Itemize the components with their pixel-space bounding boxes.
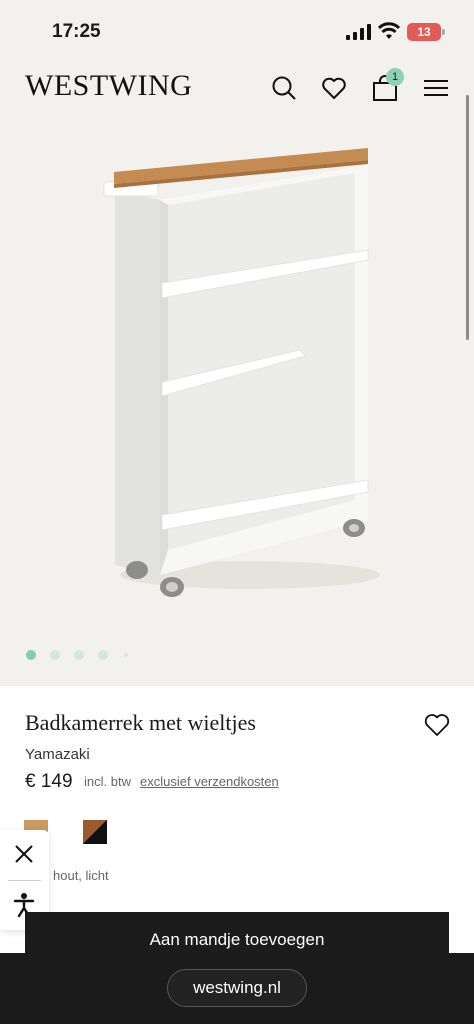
battery-icon: 13 <box>407 23 441 41</box>
widget-divider <box>8 880 41 881</box>
url-bar[interactable]: westwing.nl <box>167 969 307 1007</box>
site-header: WESTWING <box>0 60 474 120</box>
product-image-gallery[interactable] <box>0 120 474 685</box>
cart-count-badge: 1 <box>386 68 404 86</box>
gallery-dot[interactable] <box>98 650 108 660</box>
search-icon[interactable] <box>270 74 298 102</box>
gallery-dot[interactable] <box>26 650 36 660</box>
battery-level: 13 <box>417 25 431 39</box>
shipping-costs-link[interactable]: exclusief verzendkosten <box>140 774 279 789</box>
status-bar: 17:25 13 <box>0 0 474 60</box>
color-swatch-dark-wood[interactable] <box>83 820 107 844</box>
status-time: 17:25 <box>52 21 101 42</box>
gallery-dot[interactable] <box>50 650 60 660</box>
page-scrollbar[interactable] <box>466 95 469 340</box>
product-title: Badkamerrek met wieltjes <box>25 710 256 735</box>
cellular-signal-icon <box>346 24 371 40</box>
vat-note: incl. btw <box>84 774 131 789</box>
browser-bottom-bar: westwing.nl <box>0 953 474 1024</box>
product-brand[interactable]: Yamazaki <box>25 746 90 763</box>
selected-variant-label: hout, licht <box>53 868 109 883</box>
menu-hamburger-icon[interactable] <box>422 74 450 102</box>
product-price: € 149 <box>25 771 73 792</box>
product-page: 17:25 13 WESTWING 1 Badkamerrek met wiel… <box>0 0 474 1024</box>
gallery-dot[interactable] <box>74 650 84 660</box>
wishlist-heart-icon[interactable] <box>320 74 348 102</box>
battery-tip <box>442 29 445 35</box>
close-icon[interactable] <box>12 842 36 866</box>
wifi-icon <box>377 22 401 39</box>
product-wishlist-heart-icon[interactable] <box>423 712 451 738</box>
westwing-logo[interactable]: WESTWING <box>25 69 192 103</box>
gallery-dot[interactable] <box>124 653 128 657</box>
product-image <box>103 148 380 597</box>
